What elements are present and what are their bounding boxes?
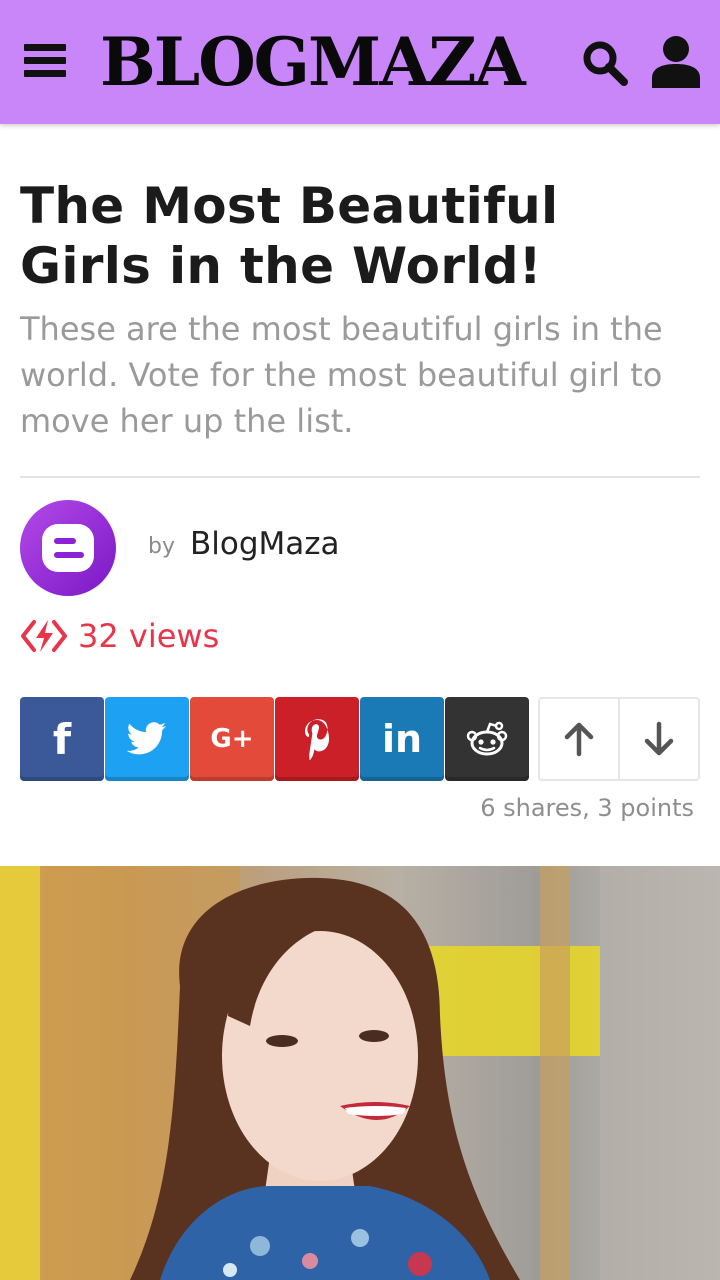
share-facebook-button[interactable]: f bbox=[20, 697, 104, 781]
blogger-logo-bar bbox=[54, 552, 84, 558]
share-pinterest-button[interactable] bbox=[275, 697, 359, 781]
share-twitter-button[interactable] bbox=[105, 697, 189, 781]
arrow-up-icon bbox=[564, 722, 594, 757]
share-reddit-button[interactable] bbox=[445, 697, 529, 781]
article-subtitle: These are the most beautiful girls in th… bbox=[20, 310, 663, 440]
user-icon[interactable] bbox=[650, 34, 702, 88]
upvote-button[interactable] bbox=[540, 699, 618, 779]
reddit-icon bbox=[466, 721, 508, 756]
portrait-photo bbox=[0, 866, 720, 1280]
author-prefix: by bbox=[148, 534, 175, 559]
author-name[interactable]: BlogMaza bbox=[190, 526, 340, 562]
article-title: The Most Beautiful Girls in the World! bbox=[20, 177, 559, 295]
vote-controls bbox=[538, 697, 700, 781]
google-plus-icon: G+ bbox=[210, 724, 254, 754]
share-google-plus-button[interactable]: G+ bbox=[190, 697, 274, 781]
twitter-icon bbox=[127, 722, 166, 755]
share-linkedin-button[interactable]: in bbox=[360, 697, 444, 781]
site-logo[interactable]: BLOGMAZA bbox=[100, 22, 550, 102]
top-app-bar: BLOGMAZA bbox=[0, 0, 720, 124]
facebook-icon: f bbox=[52, 714, 72, 764]
menu-icon[interactable] bbox=[24, 42, 66, 80]
divider bbox=[20, 476, 700, 478]
view-count-text: 32 views bbox=[78, 617, 220, 655]
hero-image[interactable] bbox=[0, 866, 720, 1280]
trending-bolt-icon bbox=[21, 620, 67, 652]
view-count: 32 views bbox=[20, 614, 219, 658]
pinterest-icon bbox=[305, 719, 329, 760]
arrow-down-icon bbox=[644, 721, 674, 756]
blogger-logo-bar bbox=[54, 538, 76, 544]
downvote-button[interactable] bbox=[618, 699, 698, 779]
search-icon[interactable] bbox=[580, 38, 630, 88]
blogger-logo-icon bbox=[42, 524, 94, 572]
linkedin-icon: in bbox=[381, 717, 423, 761]
author-avatar[interactable] bbox=[20, 500, 116, 596]
share-stats: 6 shares, 3 points bbox=[480, 794, 694, 822]
